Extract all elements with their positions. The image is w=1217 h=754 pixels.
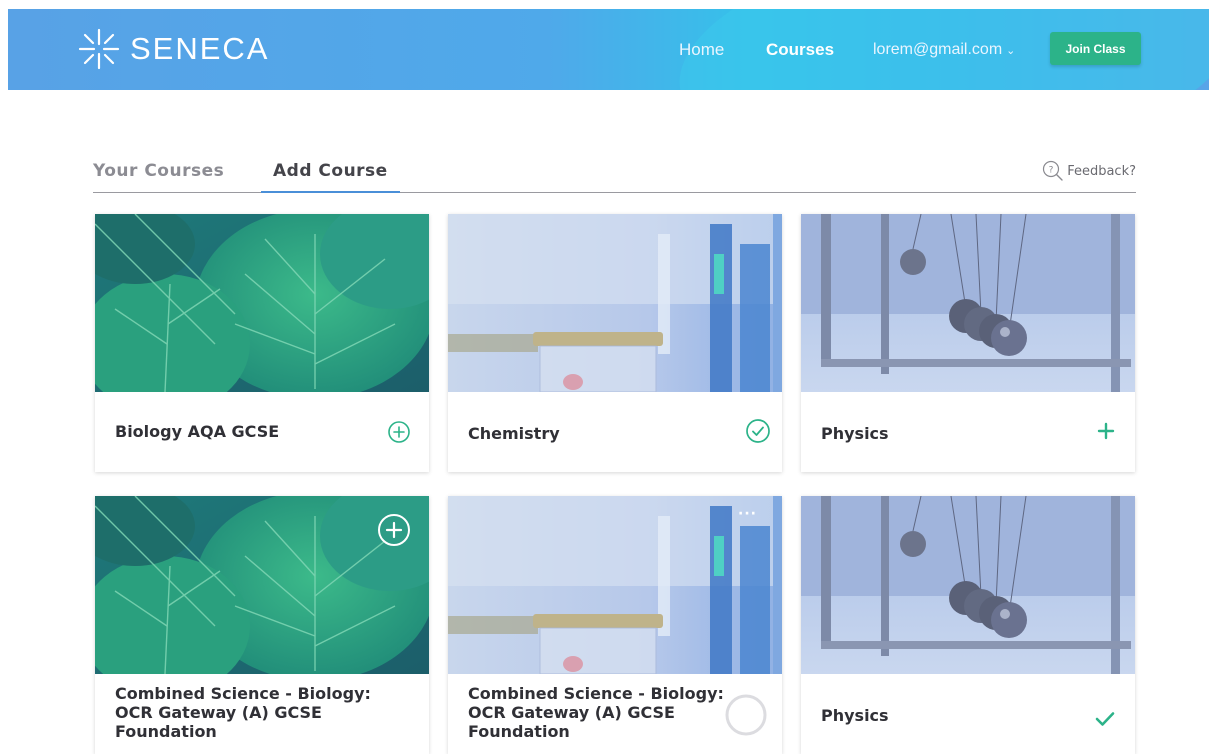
svg-text:?: ? xyxy=(1049,166,1054,176)
course-title: Physics xyxy=(821,706,889,725)
course-title: Combined Science - Biology: OCR Gateway … xyxy=(468,684,724,741)
feedback-link[interactable]: ? Feedback? xyxy=(1042,160,1136,182)
nav-courses-link[interactable]: Courses xyxy=(766,9,834,90)
course-card[interactable]: Physics xyxy=(801,214,1135,472)
newtons-cradle-image xyxy=(801,214,1135,392)
check-icon[interactable] xyxy=(1093,708,1117,730)
more-options-icon[interactable]: ··· xyxy=(738,506,757,522)
logo-text: SENECA xyxy=(130,31,270,66)
add-circle-icon[interactable] xyxy=(387,420,411,444)
lab-jar-image xyxy=(448,214,782,392)
plus-icon[interactable] xyxy=(1095,420,1117,442)
course-card[interactable]: Physics xyxy=(801,496,1135,754)
add-circle-icon[interactable] xyxy=(377,513,411,547)
active-tab-indicator xyxy=(261,191,400,193)
course-card[interactable]: Chemistry xyxy=(448,214,782,472)
newtons-cradle-image xyxy=(801,496,1135,674)
course-title: Chemistry xyxy=(468,424,560,443)
nav-home-link[interactable]: Home xyxy=(679,9,724,90)
course-title: Combined Science - Biology: OCR Gateway … xyxy=(115,684,371,741)
top-navbar: SENECA Home Courses lorem@gmail.com ⌄ Jo… xyxy=(8,9,1209,90)
course-title: Biology AQA GCSE xyxy=(115,422,280,441)
tab-your-courses[interactable]: Your Courses xyxy=(93,161,224,181)
join-class-button[interactable]: Join Class xyxy=(1050,32,1141,65)
course-card[interactable]: Biology AQA GCSE xyxy=(95,214,429,472)
lab-jar-image xyxy=(448,496,782,674)
account-email: lorem@gmail.com xyxy=(873,40,1003,58)
tab-add-course[interactable]: Add Course xyxy=(261,161,400,193)
course-tabs: Your Courses Add Course ? Feedback? xyxy=(93,152,1136,193)
loading-spinner-icon xyxy=(724,693,768,737)
seneca-logo-icon xyxy=(78,28,120,70)
tab-add-course-label: Add Course xyxy=(273,161,388,181)
chevron-down-icon: ⌄ xyxy=(1006,45,1016,57)
account-dropdown[interactable]: lorem@gmail.com ⌄ xyxy=(873,9,1015,90)
course-card[interactable]: Combined Science - Biology: OCR Gateway … xyxy=(95,496,429,754)
leaves-image xyxy=(95,214,429,392)
seneca-logo[interactable]: SENECA xyxy=(76,21,269,77)
check-circle-icon[interactable] xyxy=(745,418,771,444)
course-title: Physics xyxy=(821,424,889,443)
feedback-label: Feedback? xyxy=(1067,163,1136,179)
help-search-icon: ? xyxy=(1043,160,1063,181)
course-card[interactable]: ··· Combined Science - Biology: OCR Gate… xyxy=(448,496,782,754)
